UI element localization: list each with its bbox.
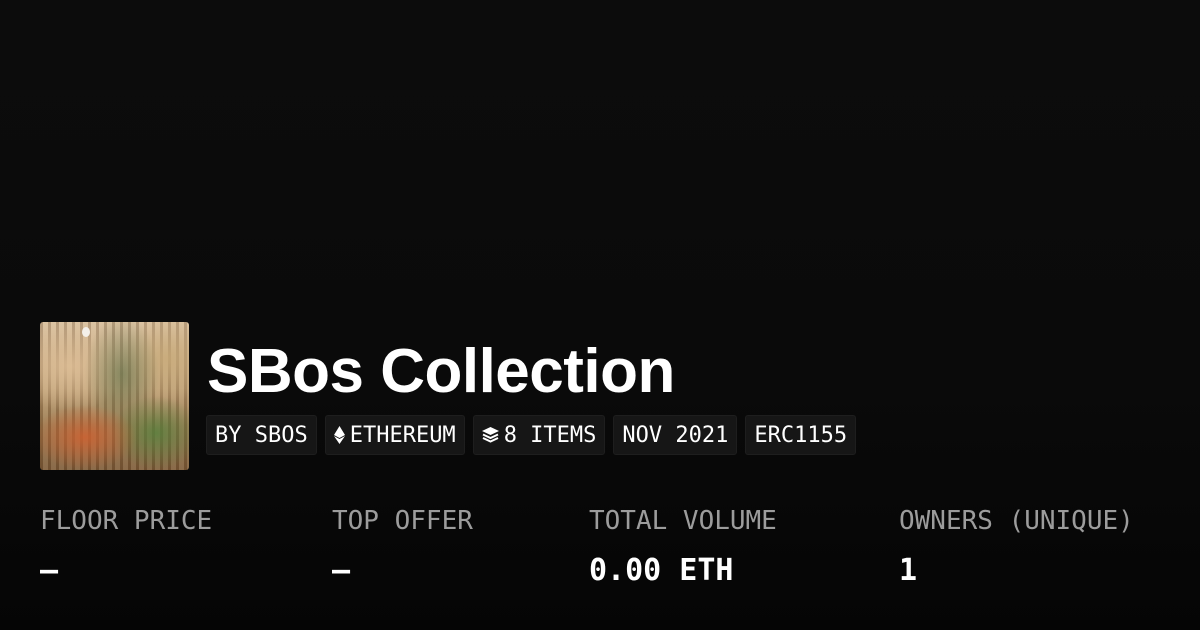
collection-thumbnail: [40, 322, 189, 470]
total-volume-value: 0.00 ETH: [589, 553, 734, 588]
owners-value: 1: [899, 553, 918, 588]
chain-tag: ETHEREUM: [324, 415, 465, 455]
standard-tag: ERC1155: [745, 415, 857, 455]
items-tag: 8 ITEMS: [472, 415, 606, 455]
floor-price-label: FLOOR PRICE: [40, 506, 213, 536]
thumbnail-highlight: [82, 327, 90, 337]
owners-label: OWNERS (UNIQUE): [899, 506, 1134, 536]
ethereum-icon: [333, 426, 345, 444]
chain-tag-label: ETHEREUM: [349, 422, 456, 448]
date-tag: NOV 2021: [613, 415, 738, 455]
date-tag-label: NOV 2021: [622, 422, 729, 448]
top-offer-value: —: [332, 553, 351, 588]
standard-tag-label: ERC1155: [754, 422, 848, 448]
creator-tag-label: BY SBOS: [215, 422, 308, 448]
top-offer-label: TOP OFFER: [332, 506, 473, 536]
floor-price-value: —: [40, 553, 59, 588]
collection-title: SBos Collection: [207, 337, 675, 406]
creator-tag[interactable]: BY SBOS: [206, 415, 317, 455]
collection-tags: BY SBOS ETHEREUM 8 ITEMS NOV 2021 ERC115…: [206, 415, 857, 455]
total-volume-label: TOTAL VOLUME: [589, 506, 777, 536]
layers-icon: [481, 427, 499, 443]
items-tag-label: 8 ITEMS: [503, 422, 597, 448]
